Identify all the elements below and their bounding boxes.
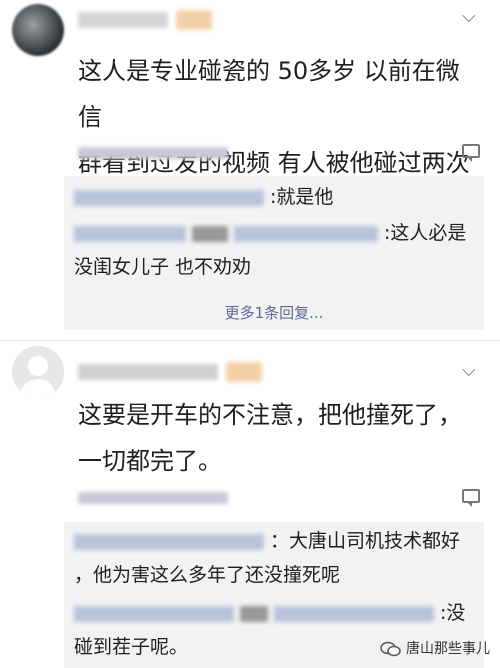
watermark: 唐山那些事儿: [380, 638, 490, 658]
chevron-down-icon[interactable]: ⌵: [462, 360, 476, 381]
comment-reply-icon[interactable]: [462, 489, 480, 507]
comment-meta: [78, 147, 228, 159]
user-avatar[interactable]: [12, 4, 64, 56]
reply-2[interactable]: :这人必是: [74, 216, 474, 250]
reply-badge: [240, 605, 268, 622]
reply-2-cont: 没闺女儿子 也不劝劝: [74, 256, 252, 278]
comment-reply-icon[interactable]: [462, 144, 480, 162]
reply-2[interactable]: :没: [74, 596, 474, 630]
username-blurred: [78, 364, 218, 380]
reply-username[interactable]: [74, 189, 264, 206]
divider: [0, 340, 500, 341]
reply-username[interactable]: [274, 605, 434, 622]
comment-text: 这人是专业碰瓷的 50多岁 以前在微信 群看到过发的视频 有人被他碰过两次: [78, 57, 470, 177]
user-badge: [226, 362, 262, 382]
username-blurred: [78, 12, 168, 28]
reply-username[interactable]: [74, 605, 234, 622]
comment-meta: [78, 492, 228, 504]
chevron-down-icon[interactable]: ⌵: [462, 6, 476, 27]
user-badge: [176, 10, 212, 30]
wechat-icon: [380, 641, 401, 657]
reply-username[interactable]: [74, 225, 186, 242]
reply-1[interactable]: :就是他: [74, 180, 474, 214]
reply-badge: [192, 225, 228, 242]
reply-username[interactable]: [234, 225, 378, 242]
user-avatar[interactable]: [12, 346, 64, 398]
comment-text: 这要是开车的不注意，把他撞死了， 一切都完了。: [78, 401, 462, 475]
reply-username[interactable]: [74, 533, 264, 550]
replies-panel: :就是他 :这人必是 没闺女儿子 也不劝劝 更多1条回复...: [64, 176, 484, 330]
more-replies-link[interactable]: 更多1条回复...: [64, 302, 484, 323]
reply-1-cont: ，他为害这么多年了还没撞死呢: [74, 564, 341, 586]
reply-1[interactable]: ：大唐山司机技术都好: [74, 524, 474, 558]
